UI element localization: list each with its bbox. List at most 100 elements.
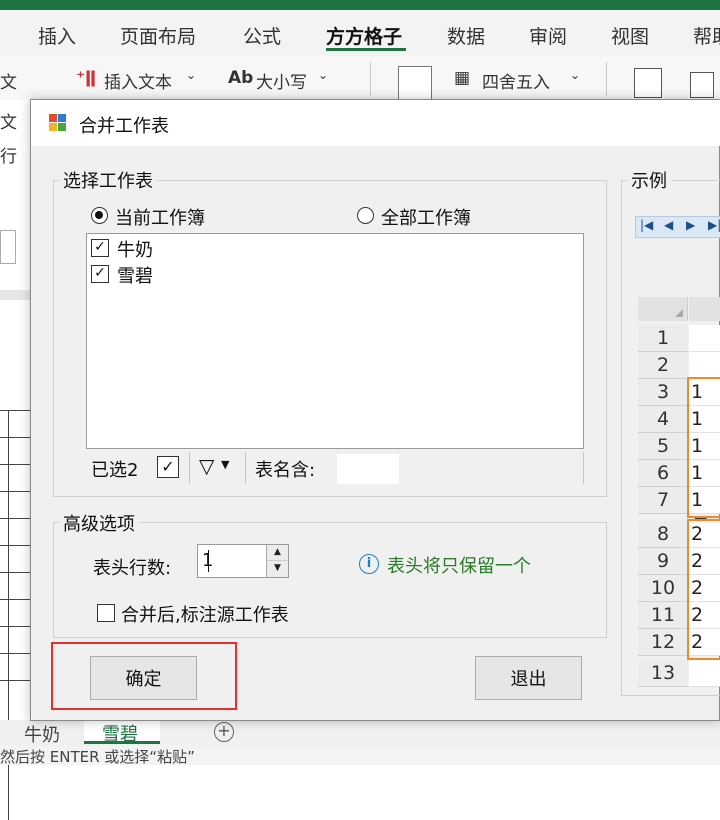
filter-icon[interactable]: ▽ bbox=[199, 454, 214, 478]
status-bar: 然后按 ENTER 或选择“粘贴” bbox=[0, 746, 720, 766]
advanced-legend: 高级选项 bbox=[59, 510, 139, 536]
name-contains-label: 表名含: bbox=[255, 460, 316, 481]
sheet-item-sprite[interactable]: 雪碧 bbox=[117, 262, 153, 288]
name-box[interactable] bbox=[0, 230, 16, 264]
ribbon-separator bbox=[606, 62, 607, 96]
round-button[interactable]: 四舍五入 bbox=[482, 68, 550, 93]
insert-text-button[interactable]: 插入文本 bbox=[104, 68, 172, 93]
stepper-up-icon[interactable]: ▲ bbox=[266, 545, 288, 561]
example-row-header: 5 bbox=[638, 433, 688, 460]
radio-all-label[interactable]: 全部工作簿 bbox=[381, 204, 471, 230]
ribbon-body: 文 ⁺ǁ 插入文本 ⌄ Ab 大小写 ⌄ ▦ 四舍五入 ⌄ bbox=[0, 56, 720, 100]
example-row-header: 2 bbox=[638, 352, 688, 379]
example-row-header: 8 bbox=[638, 521, 688, 548]
list-icon[interactable] bbox=[690, 72, 714, 98]
next-page-icon: ▶ bbox=[686, 218, 696, 232]
grid-line bbox=[0, 572, 30, 573]
selected-count: 已选2 bbox=[91, 460, 139, 481]
radio-all-workbooks[interactable] bbox=[357, 207, 374, 224]
select-all-icon[interactable]: ✓ bbox=[157, 456, 179, 478]
sheet-tab-bar: 牛奶 雪碧 + bbox=[0, 720, 720, 746]
tab-page-layout[interactable]: 页面布局 bbox=[120, 22, 196, 49]
radio-current-workbook[interactable] bbox=[91, 207, 108, 224]
tab-formulas[interactable]: 公式 bbox=[243, 22, 281, 49]
example-row-header: 7 bbox=[638, 487, 688, 514]
example-row-header: 9 bbox=[638, 548, 688, 575]
checkbox-sprite[interactable]: ✓ bbox=[91, 265, 109, 283]
info-icon: i bbox=[359, 554, 379, 574]
example-cell bbox=[689, 660, 720, 687]
sheet-item-milk[interactable]: 牛奶 bbox=[117, 236, 153, 262]
sheet-tab-sprite: 雪碧 bbox=[102, 724, 138, 745]
grid-line bbox=[0, 437, 30, 438]
example-row-header: 11 bbox=[638, 602, 688, 629]
sheet-tab-milk[interactable]: 牛奶 bbox=[24, 721, 60, 747]
tab-fangfang[interactable]: 方方格子 bbox=[326, 22, 402, 49]
grid-icon: ▦ bbox=[454, 68, 471, 88]
grid-line bbox=[0, 680, 30, 681]
tab-insert[interactable]: 插入 bbox=[38, 22, 76, 49]
chevron-down-icon[interactable]: ⌄ bbox=[570, 68, 580, 82]
sheet-tab-active[interactable]: 雪碧 bbox=[84, 720, 160, 745]
checkbox-mark-source[interactable] bbox=[97, 604, 115, 622]
paste-icon[interactable] bbox=[634, 68, 662, 98]
tab-view[interactable]: 视图 bbox=[611, 22, 649, 49]
active-tab-indicator bbox=[326, 48, 406, 51]
document-icon[interactable] bbox=[398, 66, 432, 100]
chevron-down-icon[interactable]: ▼ bbox=[221, 458, 229, 471]
tab-review[interactable]: 审阅 bbox=[529, 22, 567, 49]
grid-line bbox=[0, 545, 30, 546]
chevron-down-icon[interactable]: ⌄ bbox=[186, 68, 196, 82]
example-cell bbox=[689, 352, 720, 379]
text-cursor bbox=[208, 550, 209, 572]
title-bar bbox=[0, 0, 720, 10]
divider bbox=[583, 452, 584, 484]
grid-line bbox=[0, 599, 30, 600]
example-column-header bbox=[689, 297, 720, 321]
column-header bbox=[0, 290, 30, 300]
example-row-header: 4 bbox=[638, 406, 688, 433]
ok-button[interactable]: 确定 bbox=[90, 656, 197, 700]
checkbox-milk[interactable]: ✓ bbox=[91, 239, 109, 257]
example-corner bbox=[638, 297, 688, 321]
example-legend: 示例 bbox=[627, 167, 671, 193]
select-sheets-legend: 选择工作表 bbox=[59, 167, 157, 193]
case-icon: Ab bbox=[228, 68, 254, 88]
merge-sheets-dialog: 合并工作表 选择工作表 当前工作簿 全部工作簿 ✓ 牛奶 ✓ 雪碧 已选2 ✓ … bbox=[30, 99, 720, 721]
grid-line bbox=[0, 626, 30, 627]
example-row-header: 6 bbox=[638, 460, 688, 487]
ribbon-left-label: 文 bbox=[0, 73, 17, 93]
example-row-header: 13 bbox=[638, 660, 688, 687]
name-filter-input[interactable] bbox=[337, 454, 399, 484]
example-row-header: 10 bbox=[638, 575, 688, 602]
sheet-grid-fragment: 文 行 bbox=[0, 100, 30, 820]
grid-line bbox=[0, 410, 30, 411]
ribbon-left-label: 行 bbox=[0, 147, 17, 167]
group-feb-outline bbox=[687, 519, 720, 660]
header-rows-stepper[interactable]: 1 ▲ ▼ bbox=[197, 544, 289, 578]
grid-line bbox=[0, 518, 30, 519]
radio-current-label[interactable]: 当前工作簿 bbox=[115, 204, 205, 230]
chevron-down-icon[interactable]: ⌄ bbox=[318, 68, 328, 82]
add-sheet-icon[interactable]: + bbox=[214, 722, 234, 742]
status-text: 然后按 ENTER 或选择“粘贴” bbox=[0, 748, 195, 766]
header-rows-label: 表头行数: bbox=[93, 558, 172, 579]
stepper-down-icon[interactable]: ▼ bbox=[266, 561, 288, 577]
example-nav-bar: |◀ ◀ ▶ ▶| bbox=[635, 216, 720, 238]
grid-line bbox=[0, 653, 30, 654]
group-jan-outline bbox=[687, 377, 720, 518]
mark-source-label[interactable]: 合并后,标注源工作表 bbox=[121, 601, 289, 627]
example-cell bbox=[689, 325, 720, 352]
dialog-title-bar: 合并工作表 bbox=[31, 100, 720, 146]
insert-text-icon: ⁺ǁ bbox=[76, 68, 97, 88]
case-button[interactable]: 大小写 bbox=[256, 68, 307, 93]
divider bbox=[245, 452, 246, 484]
app-icon bbox=[49, 114, 67, 132]
example-row-header: 1 bbox=[638, 325, 688, 352]
tab-data[interactable]: 数据 bbox=[447, 22, 485, 49]
sheet-list[interactable]: ✓ 牛奶 ✓ 雪碧 bbox=[86, 233, 584, 449]
exit-button[interactable]: 退出 bbox=[475, 656, 582, 700]
dialog-title: 合并工作表 bbox=[79, 116, 169, 137]
divider bbox=[189, 452, 190, 484]
tab-help[interactable]: 帮助 bbox=[693, 22, 720, 49]
